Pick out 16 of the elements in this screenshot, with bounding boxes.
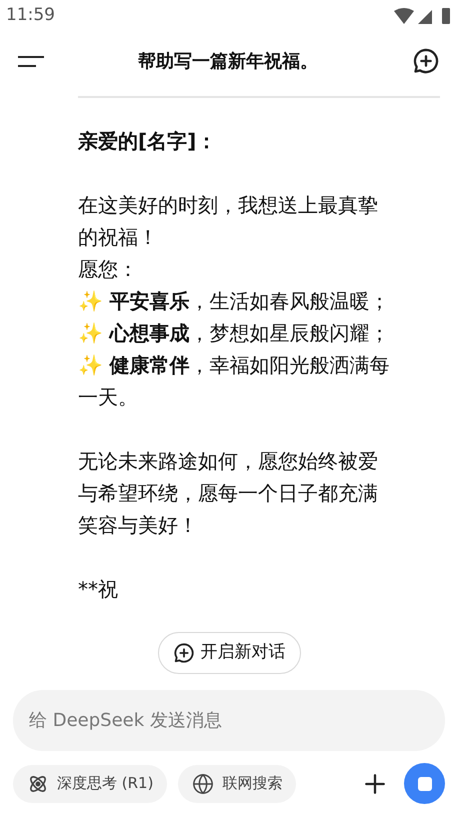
status-time: 11:59 <box>6 4 55 28</box>
message-paragraph: **祝 <box>78 576 119 603</box>
message-input[interactable]: 给 DeepSeek 发送消息 <box>13 690 445 751</box>
new-chat-icon <box>172 642 194 664</box>
stop-button[interactable] <box>404 763 445 804</box>
new-chat-button[interactable] <box>412 47 440 75</box>
option-chip[interactable]: 深度思考 (R1) <box>13 764 168 802</box>
message-paragraph: 在这美好的时刻，我想送上最真挚 的祝福！ 愿您： ✨ 平安喜乐，生活如春风般温暖； ✨ 心想事成，梦想如星辰般闪耀； ✨ 健康常伴，幸福如阳光般洒满每 一天。 <box>78 192 390 411</box>
message-paragraph: 无论未来路途如何，愿您始终被爱 与希望环绕，愿每一个日子都充满 笑容与美好！ <box>78 448 379 539</box>
message-paragraph: 亲爱的[名字]： <box>78 128 218 155</box>
chat-title: 帮助写一篇新年祝福。 <box>138 50 318 74</box>
option-chip[interactable]: 联网搜索 <box>178 764 296 802</box>
status-icons <box>394 7 452 25</box>
new-chat-icon <box>412 47 440 75</box>
new-conversation-button[interactable]: 开启新对话 <box>158 632 300 674</box>
globe-icon <box>192 772 214 794</box>
